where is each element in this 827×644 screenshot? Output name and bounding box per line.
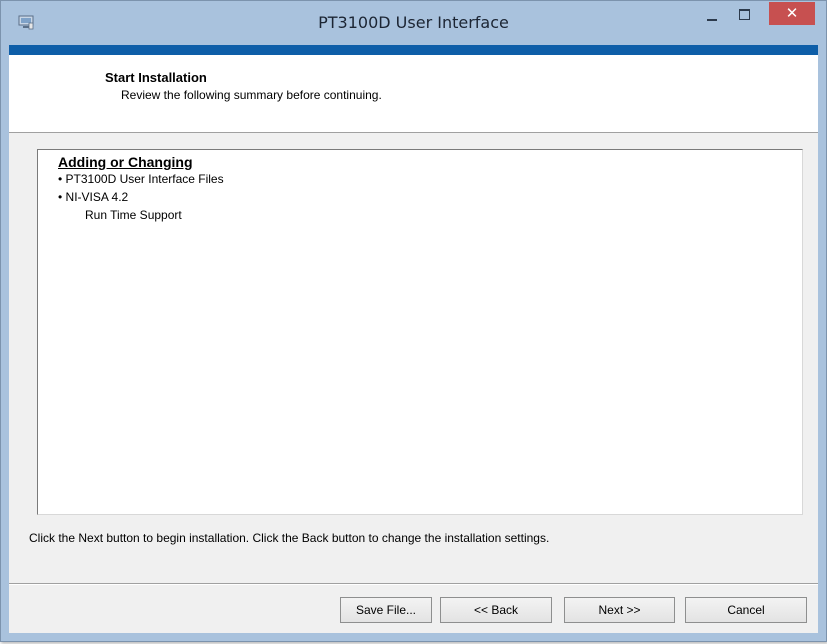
title-bar[interactable]: PT3100D User Interface ✕ <box>1 1 826 45</box>
close-icon: ✕ <box>785 4 799 22</box>
page-subtitle: Review the following summary before cont… <box>121 88 382 102</box>
minimize-button[interactable] <box>698 5 726 25</box>
close-button[interactable]: ✕ <box>769 2 815 25</box>
dialog-client-area: Start Installation Review the following … <box>9 55 818 633</box>
summary-sub-item: Run Time Support <box>85 208 182 222</box>
accent-stripe <box>9 45 818 55</box>
installation-summary-box[interactable]: Adding or Changing • PT3100D User Interf… <box>37 149 803 515</box>
maximize-button[interactable] <box>730 5 758 25</box>
footer-divider <box>9 583 818 585</box>
cancel-button[interactable]: Cancel <box>685 597 807 623</box>
summary-item: • PT3100D User Interface Files <box>58 172 224 186</box>
window-frame-right <box>818 45 826 641</box>
instruction-text: Click the Next button to begin installat… <box>29 531 550 545</box>
window-frame-left <box>1 45 9 641</box>
summary-item: • NI-VISA 4.2 <box>58 190 129 204</box>
installer-window: PT3100D User Interface ✕ Start Installat… <box>0 0 827 642</box>
next-button[interactable]: Next >> <box>564 597 675 623</box>
dialog-header: Start Installation Review the following … <box>9 55 818 133</box>
save-file-button[interactable]: Save File... <box>340 597 432 623</box>
back-button[interactable]: << Back <box>440 597 552 623</box>
window-frame-bottom <box>1 633 826 641</box>
summary-heading: Adding or Changing <box>58 154 193 170</box>
page-title: Start Installation <box>105 70 207 85</box>
